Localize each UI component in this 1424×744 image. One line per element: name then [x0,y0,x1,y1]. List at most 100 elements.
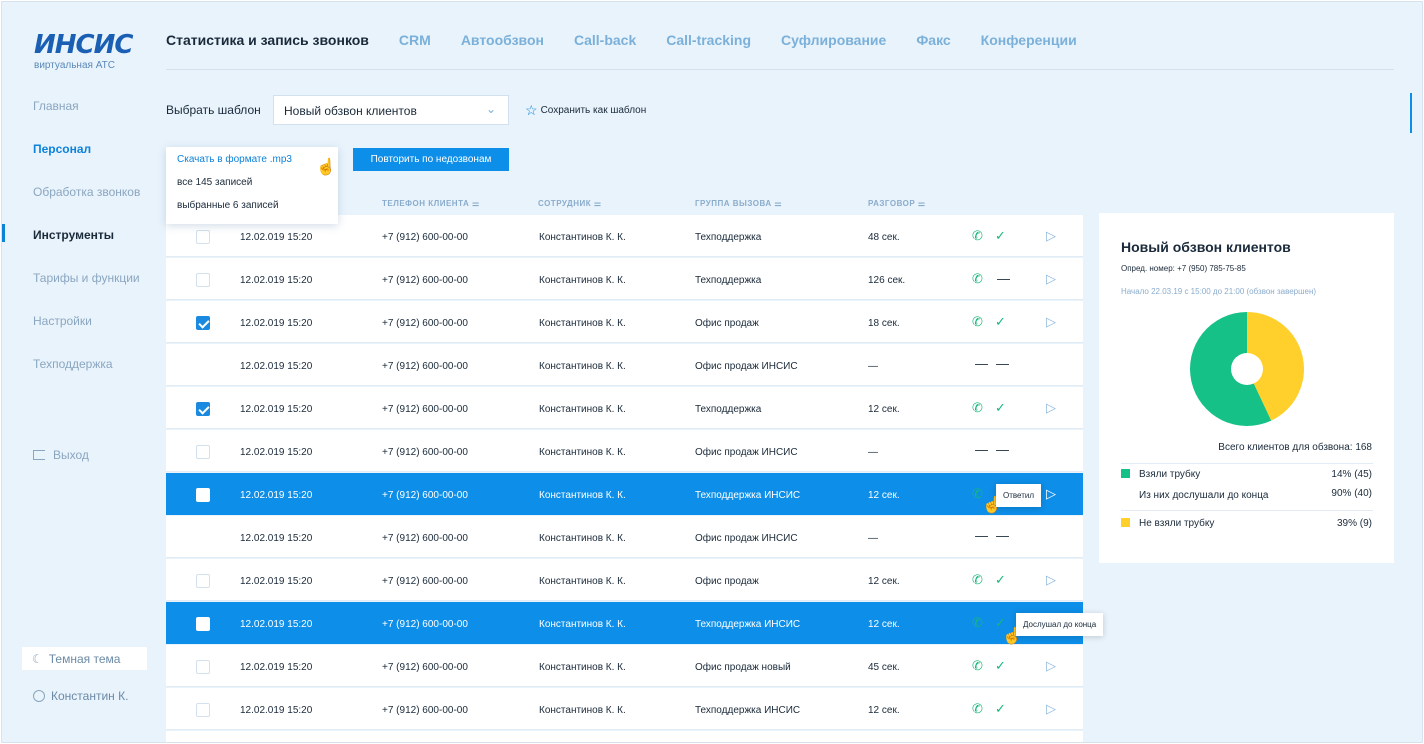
sidebar-item-settings[interactable]: Настройки [33,314,92,328]
cell-phone: +7 (912) 600-00-00 [382,232,468,243]
campaign-total: Всего клиентов для обзвона: 168 [1218,442,1372,453]
user-name: Константин К. [51,689,129,703]
check-icon[interactable]: ✓ [995,400,1006,416]
cell-talk: — [868,533,878,544]
tooltip-listened-full: Дослушал до конца [1016,613,1104,636]
phone-icon[interactable]: ✆ [972,271,983,287]
cell-talk: — [868,447,878,458]
repeat-missed-button[interactable]: Повторить по недозвонам [353,148,509,171]
cell-phone: +7 (912) 600-00-00 [382,490,468,501]
sidebar-exit[interactable]: Выход [33,448,89,462]
table-row[interactable]: 12.02.019 15:20 +7 (912) 600-00-00 Констан… [166,344,1083,386]
sidebar-item-staff[interactable]: Персонал [33,142,91,156]
cell-date: 12.02.019 15:20 [240,490,313,501]
tab-callback[interactable]: Call-back [574,32,636,48]
play-icon[interactable]: ▷ [1046,572,1056,588]
download-all-option[interactable]: все 145 записей [177,177,252,188]
column-header-group[interactable]: ГРУППА ВЫЗОВА ⚌ [695,199,782,208]
scrollbar-thumb[interactable] [1410,93,1412,133]
table-row[interactable]: 12.02.019 15:20 +7 (912) 600-00-00 Констан… [166,645,1083,687]
play-icon[interactable]: ▷ [1046,701,1056,717]
cell-group: Техподдержка [695,232,762,243]
row-checkbox[interactable] [196,316,210,330]
row-checkbox[interactable] [196,660,210,674]
cell-employee: Константинов К. К. [539,533,626,544]
check-icon[interactable]: ✓ [995,701,1006,717]
column-header-employee[interactable]: СОТРУДНИК ⚌ [538,199,602,208]
campaign-period: Начало 22.03.19 с 15:00 до 21:00 (обзвон… [1121,287,1317,296]
sidebar-item-tariffs[interactable]: Тарифы и функции [33,271,140,285]
play-icon[interactable]: ▷ [1046,314,1056,330]
download-mp3-option[interactable]: Скачать в формате .mp3 [177,154,292,165]
sidebar-item-call-processing[interactable]: Обработка звонков [33,185,140,199]
exit-label: Выход [53,448,89,462]
table-row[interactable]: 12.02.019 15:20 +7 (912) 600-00-00 Констан… [166,602,1083,644]
tab-fax[interactable]: Факс [916,32,950,48]
phone-icon[interactable]: ✆ [972,228,983,244]
column-header-phone[interactable]: ТЕЛЕФОН КЛИЕНТА ⚌ [382,199,480,208]
row-checkbox[interactable] [196,617,210,631]
play-icon[interactable]: ▷ [1046,400,1056,416]
logo[interactable]: ИНСИС виртуальная АТС [34,32,133,71]
row-checkbox[interactable] [196,402,210,416]
cell-employee: Константинов К. К. [539,447,626,458]
table-row[interactable]: Техподдержка [166,731,1083,742]
row-checkbox[interactable] [196,488,210,502]
sidebar-item-home[interactable]: Главная [33,99,79,113]
table-row[interactable]: 12.02.019 15:20 +7 (912) 600-00-00 Констан… [166,258,1083,300]
dark-theme-toggle[interactable]: ☾ Темная тема [22,647,147,670]
row-checkbox[interactable] [196,574,210,588]
phone-icon[interactable]: ✆ [972,572,983,588]
tab-whisper[interactable]: Суфлирование [781,32,886,48]
row-checkbox[interactable] [196,445,210,459]
legend-swatch-green [1121,469,1130,478]
check-icon[interactable]: ✓ [995,314,1006,330]
check-icon[interactable]: ✓ [995,228,1006,244]
template-select[interactable]: Новый обзвон клиентов ⌄ [273,95,509,125]
download-selected-option[interactable]: выбранные 6 записей [177,200,279,211]
cell-date: 12.02.019 15:20 [240,705,313,716]
cell-talk: 48 сек. [868,232,900,243]
phone-icon[interactable]: ✆ [972,701,983,717]
phone-icon[interactable]: ✆ [972,314,983,330]
cell-date: 12.02.019 15:20 [240,619,313,630]
tab-statistics[interactable]: Статистика и запись звонков [166,32,369,48]
table-row[interactable]: 12.02.019 15:20 +7 (912) 600-00-00 Констан… [166,473,1083,515]
table-row[interactable]: 12.02.019 15:20 +7 (912) 600-00-00 Констан… [166,516,1083,558]
sidebar-item-tools[interactable]: Инструменты [33,228,114,242]
app-window: ИНСИС виртуальная АТС Статистика и запис… [1,1,1423,743]
phone-icon[interactable]: ✆ [972,615,983,631]
column-header-talk[interactable]: РАЗГОВОР ⚌ [868,199,926,208]
check-icon[interactable]: ✓ [995,572,1006,588]
phone-icon[interactable]: ✆ [972,400,983,416]
row-checkbox[interactable] [196,230,210,244]
save-template-button[interactable]: ☆ Сохранить как шаблон [525,102,646,119]
legend-not-answered-label: Не взяли трубку [1139,518,1215,529]
row-checkbox[interactable] [196,703,210,717]
table-row[interactable]: 12.02.019 15:20 +7 (912) 600-00-00 Констан… [166,559,1083,601]
tab-conferences[interactable]: Конференции [981,32,1077,48]
table-row[interactable]: 12.02.019 15:20 +7 (912) 600-00-00 Констан… [166,301,1083,343]
tab-autodial[interactable]: Автообзвон [461,32,544,48]
phone-icon[interactable]: ✆ [972,658,983,674]
play-icon[interactable]: ▷ [1046,486,1056,502]
cell-group: Техподдержка ИНСИС [695,705,801,716]
cell-employee: Константинов К. К. [539,232,626,243]
legend-not-answered-value: 39% (9) [1336,518,1372,529]
tab-crm[interactable]: CRM [399,32,431,48]
row-checkbox[interactable] [196,273,210,287]
divider [1121,510,1373,511]
cell-group: Техподдержка ИНСИС [695,490,801,501]
play-icon[interactable]: ▷ [1046,658,1056,674]
check-icon[interactable]: ✓ [995,658,1006,674]
play-icon[interactable]: ▷ [1046,228,1056,244]
table-row[interactable]: 12.02.019 15:20 +7 (912) 600-00-00 Констан… [166,688,1083,730]
cell-group: Офис продаж ИНСИС [695,533,798,544]
table-row[interactable]: 12.02.019 15:20 +7 (912) 600-00-00 Констан… [166,430,1083,472]
sidebar-item-support[interactable]: Техподдержка [33,357,113,371]
cell-date: 12.02.019 15:20 [240,576,313,587]
user-profile[interactable]: Константин К. [33,689,128,703]
tab-calltracking[interactable]: Call-tracking [666,32,751,48]
table-row[interactable]: 12.02.019 15:20 +7 (912) 600-00-00 Констан… [166,387,1083,429]
play-icon[interactable]: ▷ [1046,271,1056,287]
